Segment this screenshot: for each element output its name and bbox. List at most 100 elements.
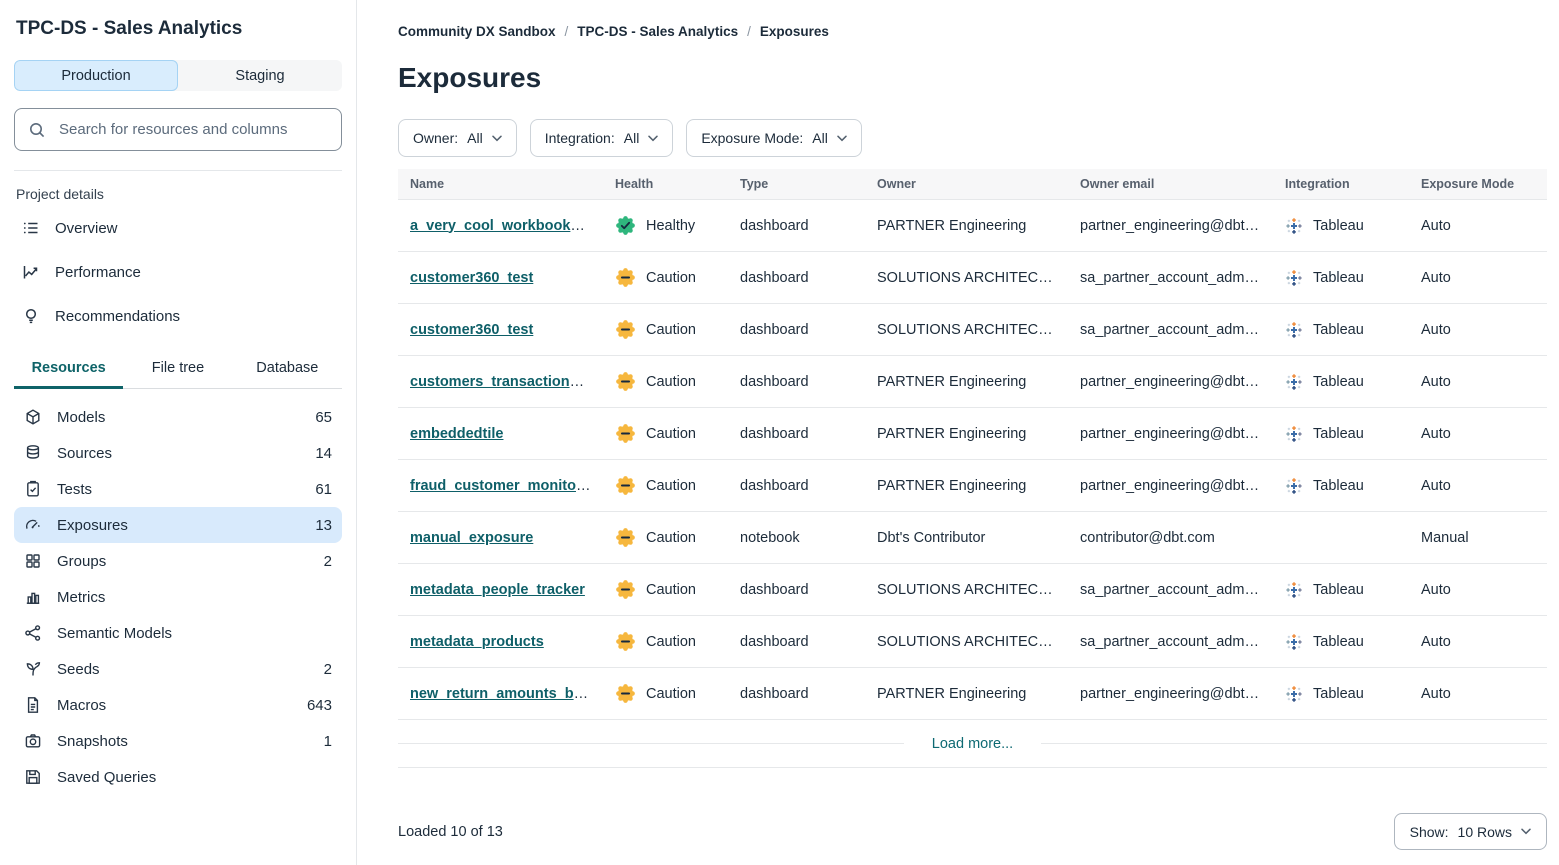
type-cell: dashboard <box>728 582 865 598</box>
integration-filter-dropdown[interactable]: Integration: All <box>530 119 674 157</box>
breadcrumb-separator: / <box>747 24 751 39</box>
integration-cell: Tableau <box>1273 269 1409 287</box>
resource-label: Macros <box>57 697 106 714</box>
owner-email-cell: partner_engineering@dbtla… <box>1068 686 1273 702</box>
sidebar-item-label: Recommendations <box>55 308 180 325</box>
chevron-down-icon <box>492 135 502 142</box>
sidebar-item-semantic-models[interactable]: Semantic Models <box>14 615 342 651</box>
integration-label: Tableau <box>1313 322 1364 338</box>
health-label: Caution <box>646 374 696 390</box>
resource-count: 2 <box>324 661 332 678</box>
sidebar-item-saved-queries[interactable]: Saved Queries <box>14 759 342 795</box>
sidebar-item-tests[interactable]: Tests 61 <box>14 471 342 507</box>
owner-cell: SOLUTIONS ARCHITECTS <box>865 270 1068 286</box>
exposure-name-link[interactable]: a_very_cool_workbook_i_… <box>410 218 603 234</box>
health-badge-icon <box>615 215 636 236</box>
exposure-mode-cell: Auto <box>1409 322 1546 338</box>
owner-filter-dropdown[interactable]: Owner: All <box>398 119 517 157</box>
sidebar-item-overview[interactable]: Overview <box>14 206 342 250</box>
health-label: Caution <box>646 322 696 338</box>
type-cell: dashboard <box>728 374 865 390</box>
exposure-name-link[interactable]: embeddedtile <box>410 426 503 442</box>
health-cell: Caution <box>603 319 728 340</box>
tab-resources[interactable]: Resources <box>14 351 123 389</box>
exposure-name-link[interactable]: metadata_products <box>410 634 544 650</box>
health-badge-icon <box>615 527 636 548</box>
tab-file-tree[interactable]: File tree <box>123 351 232 389</box>
health-label: Caution <box>646 634 696 650</box>
resource-label: Metrics <box>57 589 105 606</box>
integration-label: Tableau <box>1313 478 1364 494</box>
owner-email-cell: contributor@dbt.com <box>1068 530 1273 546</box>
sidebar-item-groups[interactable]: Groups 2 <box>14 543 342 579</box>
show-value: 10 Rows <box>1458 824 1512 840</box>
clipboard-check-icon <box>24 480 42 498</box>
resource-label: Groups <box>57 553 106 570</box>
breadcrumb-project-link[interactable]: TPC-DS - Sales Analytics <box>577 24 738 39</box>
integration-cell: Tableau <box>1273 373 1409 391</box>
environment-toggle: Production Staging <box>14 60 342 91</box>
load-more-row: Load more... <box>398 720 1547 768</box>
health-badge-icon <box>615 475 636 496</box>
exposure-mode-filter-dropdown[interactable]: Exposure Mode: All <box>686 119 862 157</box>
integration-label: Tableau <box>1313 270 1364 286</box>
page-title: Exposures <box>398 62 1547 94</box>
sidebar-item-macros[interactable]: Macros 643 <box>14 687 342 723</box>
exposure-name-link[interactable]: customer360_test <box>410 322 533 338</box>
network-icon <box>24 624 42 642</box>
production-toggle-button[interactable]: Production <box>14 60 178 91</box>
tab-database[interactable]: Database <box>233 351 342 389</box>
column-header-type: Type <box>728 177 865 191</box>
sidebar-item-models[interactable]: Models 65 <box>14 399 342 435</box>
integration-cell: Tableau <box>1273 217 1409 235</box>
filter-value: All <box>624 130 640 146</box>
list-icon <box>22 219 40 237</box>
health-cell: Caution <box>603 579 728 600</box>
exposure-mode-cell: Auto <box>1409 634 1546 650</box>
project-title: TPC-DS - Sales Analytics <box>16 18 340 40</box>
table-row: fraud_customer_monitoring Caution dashbo… <box>398 460 1547 512</box>
sidebar-item-exposures[interactable]: Exposures 13 <box>14 507 342 543</box>
tableau-icon <box>1285 425 1303 443</box>
health-cell: Caution <box>603 527 728 548</box>
tableau-icon <box>1285 581 1303 599</box>
exposure-mode-cell: Manual <box>1409 530 1546 546</box>
exposure-name-link[interactable]: manual_exposure <box>410 530 533 546</box>
resource-label: Semantic Models <box>57 625 172 642</box>
sidebar-item-sources[interactable]: Sources 14 <box>14 435 342 471</box>
exposure-mode-cell: Auto <box>1409 270 1546 286</box>
exposure-name-link[interactable]: customers_transaction_gro… <box>410 374 603 390</box>
table-header: Name Health Type Owner Owner email Integ… <box>398 169 1547 200</box>
type-cell: dashboard <box>728 426 865 442</box>
floppy-icon <box>24 768 42 786</box>
type-cell: dashboard <box>728 218 865 234</box>
search-icon <box>28 121 46 139</box>
health-badge-icon <box>615 267 636 288</box>
resource-label: Exposures <box>57 517 128 534</box>
integration-cell: Tableau <box>1273 633 1409 651</box>
type-cell: dashboard <box>728 686 865 702</box>
health-label: Caution <box>646 686 696 702</box>
filter-value: All <box>812 130 828 146</box>
staging-toggle-button[interactable]: Staging <box>178 60 342 91</box>
sidebar-item-snapshots[interactable]: Snapshots 1 <box>14 723 342 759</box>
exposure-name-link[interactable]: fraud_customer_monitoring <box>410 478 603 494</box>
column-header-health: Health <box>603 177 728 191</box>
health-badge-icon <box>615 423 636 444</box>
sidebar-item-seeds[interactable]: Seeds 2 <box>14 651 342 687</box>
exposure-name-link[interactable]: metadata_people_tracker <box>410 582 585 598</box>
project-details-label: Project details <box>16 186 340 202</box>
tableau-icon <box>1285 477 1303 495</box>
exposure-mode-cell: Auto <box>1409 374 1546 390</box>
sidebar-item-metrics[interactable]: Metrics <box>14 579 342 615</box>
exposures-table: Name Health Type Owner Owner email Integ… <box>398 169 1547 768</box>
integration-cell: Tableau <box>1273 321 1409 339</box>
sidebar-item-performance[interactable]: Performance <box>14 250 342 294</box>
exposure-name-link[interactable]: customer360_test <box>410 270 533 286</box>
search-input[interactable] <box>57 120 328 139</box>
rows-per-page-dropdown[interactable]: Show: 10 Rows <box>1394 813 1547 850</box>
breadcrumb-account-link[interactable]: Community DX Sandbox <box>398 24 556 39</box>
exposure-name-link[interactable]: new_return_amounts_by_t… <box>410 686 603 702</box>
load-more-link[interactable]: Load more... <box>932 736 1013 752</box>
sidebar-item-recommendations[interactable]: Recommendations <box>14 294 342 338</box>
